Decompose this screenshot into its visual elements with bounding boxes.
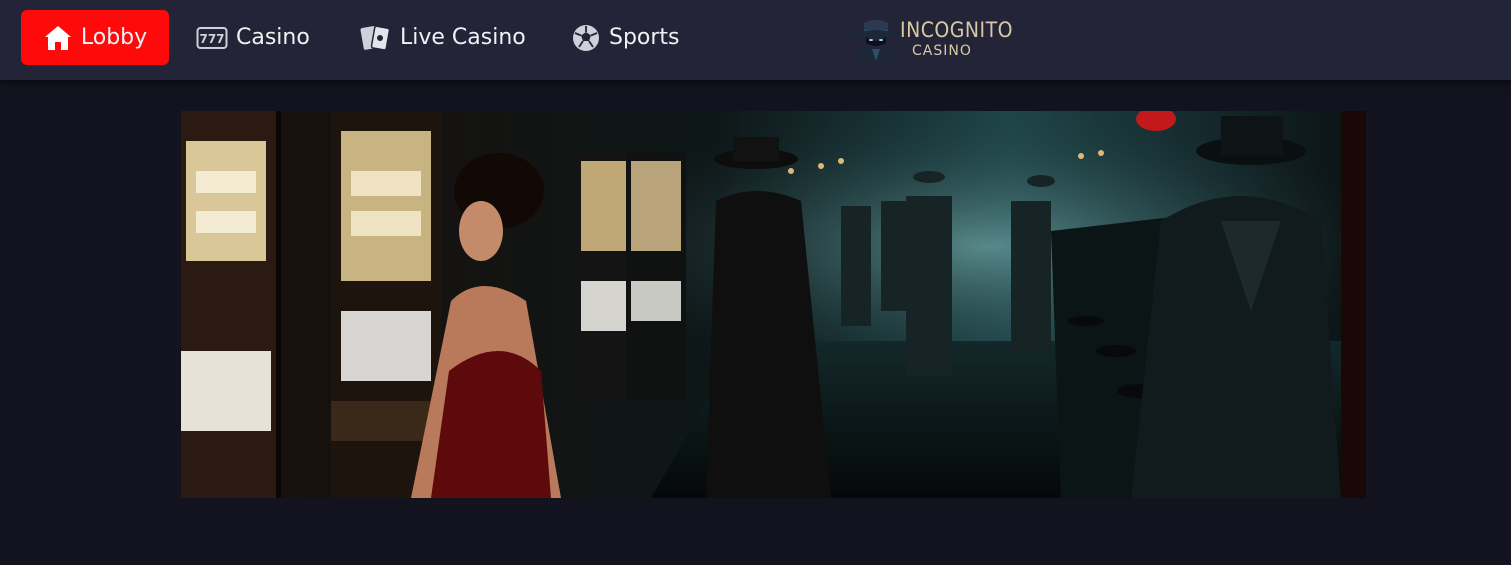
nav-sports-label: Sports [609,25,680,50]
nav-casino-label: Casino [236,25,310,50]
nav-lobby-label: Lobby [80,25,148,50]
nav-live-casino-label: Live Casino [400,25,526,50]
slot-777-icon: 777 [196,26,228,50]
incognito-casino-logo[interactable]: INCOGNITO CASINO [850,15,1015,63]
cards-icon [360,23,392,53]
soccer-ball-icon [571,23,601,53]
nav-casino[interactable]: 777 Casino [196,10,310,65]
logo-text-casino: CASINO [912,43,972,59]
nav-lobby[interactable]: Lobby [21,10,169,65]
nav-sports[interactable]: Sports [571,10,680,65]
svg-text:777: 777 [199,32,224,46]
spy-hat-icon [852,20,900,61]
home-icon [43,24,73,52]
logo-text-incognito: INCOGNITO [900,18,1014,42]
nav-live-casino[interactable]: Live Casino [360,10,526,65]
hero-banner-image[interactable] [181,111,1366,498]
top-navigation-bar: Lobby 777 Casino Live Casino Sports INCO… [0,0,1511,81]
